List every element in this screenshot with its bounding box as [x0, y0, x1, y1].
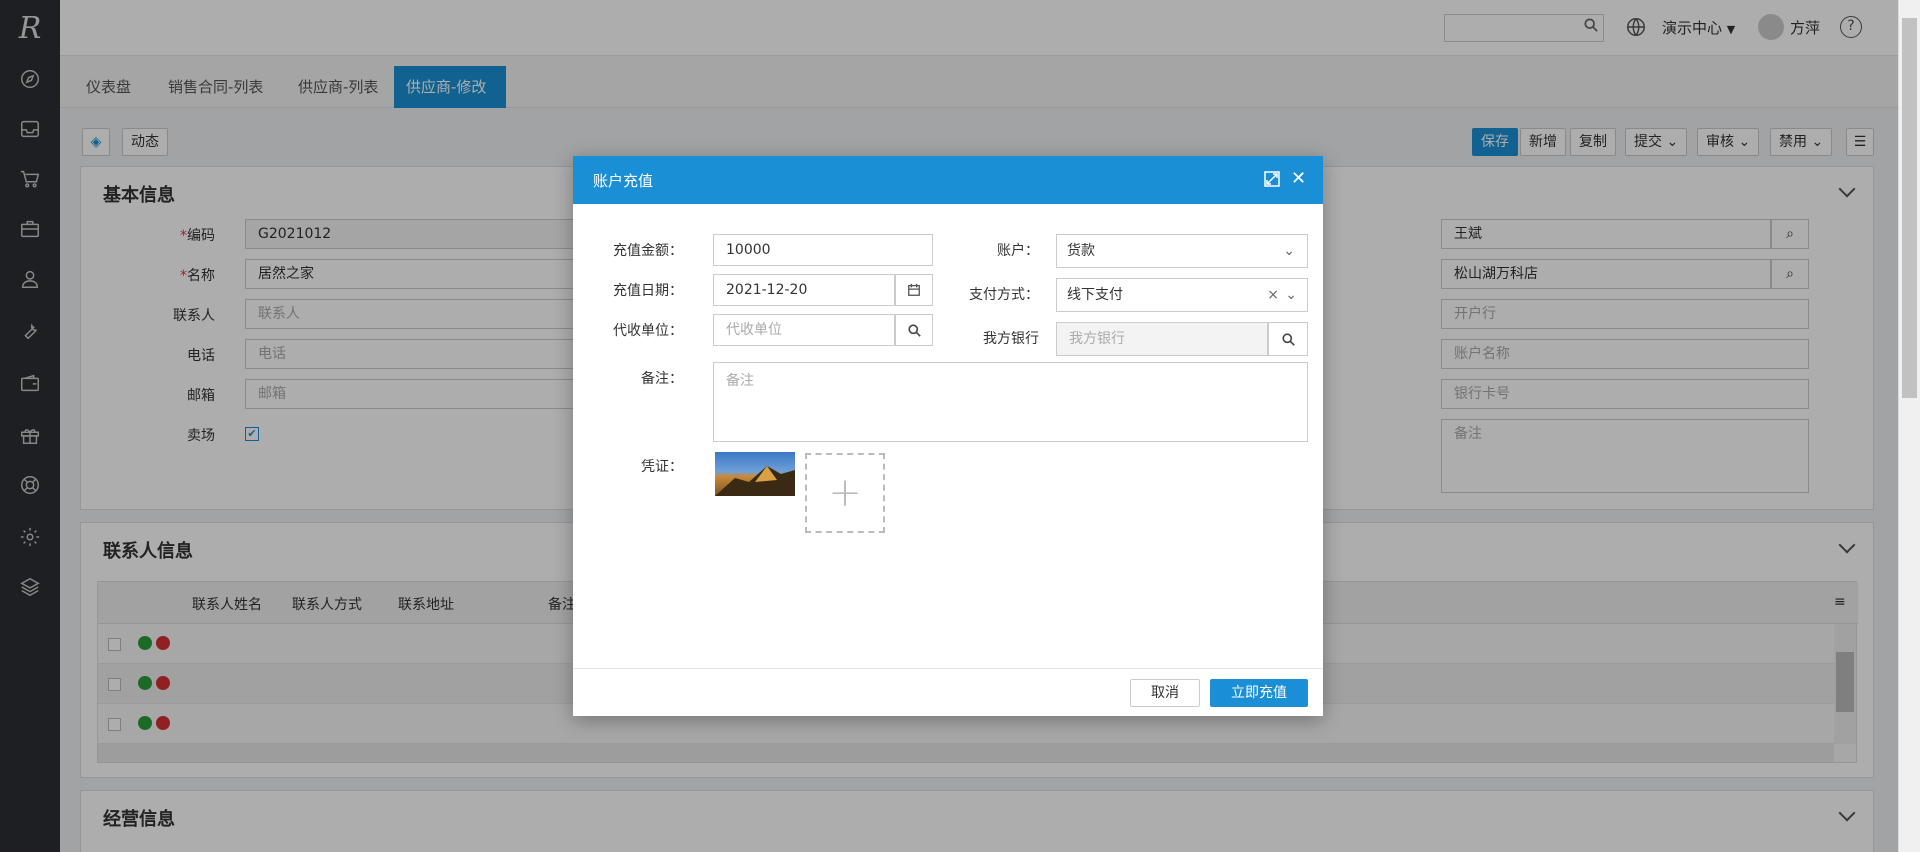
- dialog-footer-divider: [573, 668, 1323, 669]
- amount-label: 充值金额：: [613, 243, 683, 259]
- paymethod-value: 线下支付: [1067, 287, 1123, 303]
- our-bank-input[interactable]: 我方银行: [1056, 322, 1268, 356]
- payee-input[interactable]: 代收单位: [713, 314, 895, 346]
- chevron-down-icon: ⌄: [1285, 287, 1297, 303]
- maximize-icon[interactable]: [1263, 170, 1281, 188]
- upload-plus-icon[interactable]: +: [805, 453, 885, 533]
- payee-search-button[interactable]: [895, 314, 933, 346]
- recharge-dialog: 账户充值 ✕ 充值金额： 10000 充值日期： 2021-12-20 代收单位…: [573, 156, 1323, 716]
- date-label: 充值日期：: [613, 283, 683, 299]
- clear-icon[interactable]: ×: [1267, 279, 1279, 311]
- paymethod-label: 支付方式：: [969, 287, 1039, 303]
- amount-input[interactable]: 10000: [713, 234, 933, 266]
- remark-textarea[interactable]: 备注: [713, 362, 1308, 442]
- our-bank-label: 我方银行: [983, 331, 1039, 347]
- account-label: 账户：: [997, 243, 1039, 259]
- dialog-title: 账户充值: [593, 172, 654, 190]
- voucher-label: 凭证：: [641, 459, 683, 475]
- account-value: 货款: [1067, 243, 1095, 259]
- our-bank-search-button[interactable]: [1268, 322, 1308, 356]
- paymethod-select[interactable]: 线下支付 × ⌄: [1056, 278, 1308, 312]
- page-scrollbar[interactable]: [1898, 0, 1920, 852]
- date-input[interactable]: 2021-12-20: [713, 274, 895, 306]
- account-select[interactable]: 货款 ⌄: [1056, 234, 1308, 268]
- confirm-recharge-button[interactable]: 立即充值: [1210, 679, 1308, 707]
- cancel-button[interactable]: 取消: [1130, 679, 1200, 707]
- close-icon[interactable]: ✕: [1291, 168, 1306, 189]
- chevron-down-icon: ⌄: [1283, 243, 1295, 259]
- calendar-icon[interactable]: [895, 274, 933, 306]
- dialog-header: 账户充值 ✕: [573, 156, 1323, 204]
- scrollbar-thumb[interactable]: [1902, 18, 1917, 398]
- voucher-thumbnail[interactable]: [715, 452, 795, 496]
- payee-label: 代收单位：: [613, 323, 683, 339]
- remark-label: 备注：: [641, 371, 683, 387]
